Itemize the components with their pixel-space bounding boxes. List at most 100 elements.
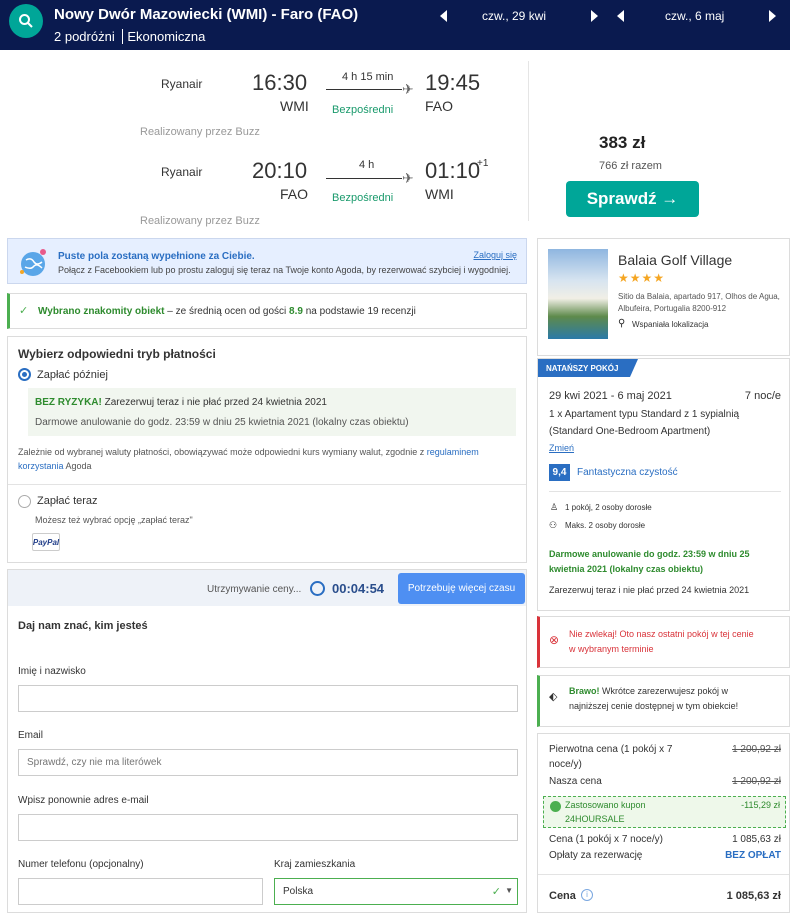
room-type-line-1: 1 x Apartament typu Standard z 1 sypialn… (549, 409, 740, 420)
fx-text-2: Agoda (63, 461, 92, 471)
person-icon: ♙ (550, 502, 559, 512)
coupon-value: -115,29 zł (741, 800, 780, 810)
flight-duration: 4 h 15 min (342, 71, 394, 83)
room-type-line-2: (Standard One-Bedroom Apartment) (549, 426, 711, 437)
flight-line (326, 89, 402, 90)
divider (528, 61, 529, 221)
airline-name: Ryanair (161, 77, 203, 91)
total-value: 1 085,63 zł (726, 890, 781, 902)
depart-next-arrow-icon[interactable] (591, 10, 598, 22)
price-hold-bar: Utrzymywanie ceny... 00:04:54 Potrzebuję… (8, 570, 526, 606)
divider (8, 484, 526, 485)
pay-now-note: Możesz też wybrać opcję „zapłać teraz" (35, 515, 193, 525)
return-next-arrow-icon[interactable] (769, 10, 776, 22)
pay-now-radio[interactable] (18, 495, 31, 508)
change-room-link[interactable]: Zmień (549, 443, 574, 453)
hotel-summary: Balaia Golf Village ★★★★ Sitio da Balaia… (537, 238, 790, 356)
depart-date[interactable]: czw., 29 kwi (482, 9, 546, 23)
clock-icon (310, 581, 325, 596)
country-select[interactable]: Polska ✓ ▼ (274, 878, 518, 905)
price-total: 766 zł razem (599, 160, 662, 172)
stops-label: Bezpośredni (332, 192, 394, 204)
location-pin-icon: ⚲ (618, 318, 626, 329)
country-value: Polska (283, 886, 314, 897)
fx-text-1: Zależnie od wybranej waluty płatności, o… (18, 447, 427, 457)
hotel-photo[interactable] (548, 249, 608, 339)
arrival-time: 01:10 (425, 158, 481, 183)
review-score: 8.9 (289, 306, 303, 317)
info-icon[interactable]: i (581, 889, 593, 901)
fees-value: BEZ OPŁAT (725, 850, 781, 861)
nights-count: 7 noc/e (744, 390, 781, 402)
star-rating-icon: ★★★★ (618, 271, 666, 285)
depart-prev-arrow-icon[interactable] (440, 10, 447, 22)
check-button[interactable]: Sprawdź → (566, 181, 699, 217)
check-icon: ✓ (19, 305, 29, 317)
brawo-text: Wkrótce zarezerwujesz pokój w (599, 686, 729, 696)
no-risk-title: BEZ RYZYKA! (35, 397, 102, 408)
known-bold: Wybrano znakomity obiekt (38, 306, 165, 317)
urgency-line-1: Nie zwlekaj! Oto nasz ostatni pokój w te… (569, 629, 754, 639)
email-label: Email (18, 730, 44, 741)
country-label: Kraj zamieszkania (274, 859, 356, 870)
price-hold-label: Utrzymywanie ceny... (207, 584, 302, 595)
flight-duration: 4 h (359, 159, 375, 171)
free-cancel-line-2: kwietnia 2021 (lokalny czas obiektu) (549, 564, 704, 574)
countdown-timer: 00:04:54 (332, 581, 385, 596)
route-title[interactable]: Nowy Dwór Mazowiecki (WMI) - Faro (FAO) (54, 6, 358, 23)
guests-icon: ⚇ (549, 520, 558, 530)
divider (538, 874, 789, 875)
paypal-logo: PayPal (32, 533, 60, 551)
return-prev-arrow-icon[interactable] (617, 10, 624, 22)
cleanliness-score: 9,4 (549, 464, 570, 481)
urgency-banner: ⊗ Nie zwlekaj! Oto nasz ostatni pokój w … (537, 616, 790, 668)
email-input[interactable] (18, 749, 518, 776)
cleanliness-label: Fantastyczna czystość (577, 467, 678, 478)
price-per-person: 383 zł (599, 133, 646, 152)
cabin-class: Ekonomiczna (127, 29, 206, 44)
departure-code: WMI (280, 98, 309, 114)
chevron-down-icon: ▼ (505, 886, 513, 895)
divider (549, 491, 781, 492)
cheapest-room-badge: NATAŃSZY POKÓJ (538, 359, 638, 377)
hotel-address: Sitio da Balaia, apartado 917, Olhos de … (618, 292, 780, 313)
name-input[interactable] (18, 685, 518, 712)
search-button[interactable] (9, 4, 43, 38)
operated-by: Realizowany przez Buzz (140, 126, 260, 138)
pay-later-label[interactable]: Zapłać później (37, 369, 108, 381)
search-header: Nowy Dwór Mazowiecki (WMI) - Faro (FAO) … (0, 0, 790, 50)
airline-name: Ryanair (161, 165, 203, 179)
arrival-code: WMI (425, 186, 454, 202)
plane-icon: ✈ (402, 81, 414, 97)
login-link[interactable]: Zaloguj się (473, 250, 517, 260)
more-time-button[interactable]: Potrzebuję więcej czasu (398, 573, 525, 604)
flight-line (326, 178, 402, 179)
pay-later-radio[interactable] (18, 368, 31, 381)
brawo-line-1: Brawo! Wkrótce zarezerwujesz pokój w (569, 686, 728, 696)
known-text-1: – ze średnią ocen od gości (164, 306, 290, 317)
original-price-value: 1 200,92 zł (732, 744, 781, 755)
pay-now-label[interactable]: Zapłać teraz (37, 495, 98, 507)
return-date[interactable]: czw., 6 maj (665, 9, 724, 23)
fb-banner-title: Puste pola zostaną wypełnione za Ciebie. (58, 251, 255, 262)
check-icon: ✓ (491, 886, 501, 898)
travelers-cabin[interactable]: 2 podróżni Ekonomiczna (54, 29, 205, 44)
operated-by: Realizowany przez Buzz (140, 215, 260, 227)
our-price-value: 1 200,92 zł (732, 776, 781, 787)
stops-label: Bezpośredni (332, 104, 394, 116)
guest-details-form: Utrzymywanie ceny... 00:04:54 Potrzebuję… (7, 569, 527, 913)
phone-input[interactable] (18, 878, 263, 905)
email-confirm-input[interactable] (18, 814, 518, 841)
original-price-label-2: noce/y) (549, 759, 582, 770)
no-risk-desc: Zarezerwuj teraz i nie płać przed 24 kwi… (101, 397, 327, 408)
our-price-label: Nasza cena (549, 776, 602, 787)
price-label: Cena (1 pokój x 7 noce/y) (549, 834, 663, 845)
room-summary: NATAŃSZY POKÓJ 29 kwi 2021 - 6 maj 2021 … (537, 358, 790, 611)
email-confirm-label: Wpisz ponownie adres e-mail (18, 795, 149, 806)
payment-title: Wybierz odpowiedni tryb płatności (18, 347, 216, 361)
arrival-day-offset: +1 (477, 158, 489, 169)
departure-time: 16:30 (252, 70, 308, 95)
original-price-label-1: Pierwotna cena (1 pokój x 7 (549, 744, 673, 755)
facebook-login-banner: Puste pola zostaną wypełnione za Ciebie.… (7, 238, 527, 284)
free-cancel-line-1: Darmowe anulowanie do godz. 23:59 w dniu… (549, 549, 750, 559)
